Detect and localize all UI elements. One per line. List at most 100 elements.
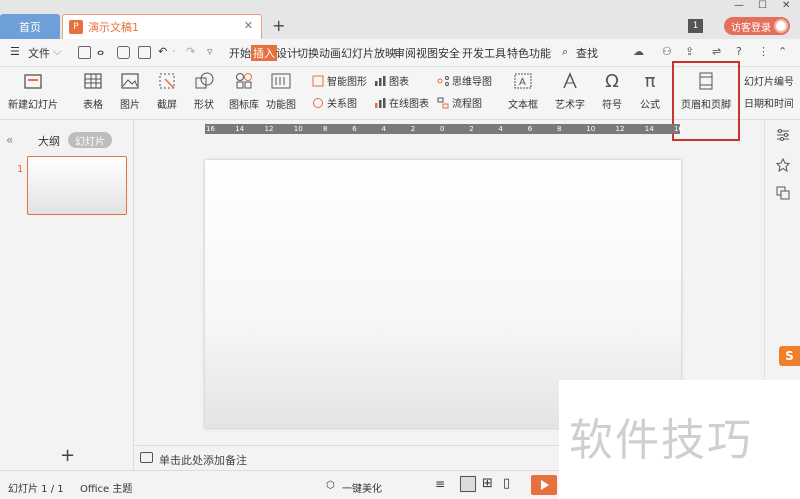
home-tab[interactable]: 首页 [0, 14, 60, 39]
search-label[interactable]: 查找 [576, 45, 598, 61]
chart-label: 图表 [389, 77, 409, 88]
chevron-down-icon[interactable]: ⌵ [53, 45, 61, 59]
help-icon[interactable]: ? [736, 45, 742, 58]
textbox-button[interactable]: A 文本框 [508, 70, 538, 111]
symbol-button[interactable]: Ω 符号 [601, 70, 623, 112]
new-slide-icon [22, 70, 44, 92]
undo-icon[interactable]: ↶ [158, 45, 167, 58]
flowchart-label: 流程图 [452, 99, 482, 110]
tab-review[interactable]: 审阅 [394, 45, 416, 61]
icon-library-button[interactable]: 图标库 [229, 70, 259, 111]
reading-view-icon[interactable]: ▯ [503, 476, 510, 491]
slide-thumbnail[interactable] [27, 156, 127, 215]
tab-animation[interactable]: 动画 [319, 45, 341, 61]
redo-icon[interactable]: ↷ [186, 45, 195, 58]
slides-tab[interactable]: 幻灯片 [68, 132, 112, 148]
relation-button[interactable]: 关系图 [312, 95, 357, 110]
settings-sliders-icon[interactable] [776, 128, 790, 142]
play-slideshow-button[interactable] [531, 475, 557, 495]
slide-thumbnail-number: 1 [17, 164, 24, 175]
picture-button[interactable]: 图片 [119, 70, 141, 111]
collaborate-icon[interactable]: ⚇ [662, 45, 672, 58]
format-painter-icon[interactable]: ⴰ [97, 45, 104, 58]
print-preview-icon[interactable] [138, 46, 151, 59]
date-time-button[interactable]: 日期和时间 [741, 95, 793, 110]
watermark-text: 软件技巧 [569, 415, 753, 466]
close-tab-icon[interactable]: ✕ [244, 19, 253, 32]
beautify-button[interactable]: 一键美化 [342, 480, 382, 495]
save-icon[interactable] [78, 46, 91, 59]
slide-number-button[interactable]: 幻灯片编号 [741, 73, 793, 88]
beautify-icon[interactable]: ⬡ [326, 480, 335, 491]
relation-label: 关系图 [327, 99, 357, 110]
table-icon [82, 70, 104, 92]
tab-view[interactable]: 视图 [416, 45, 438, 61]
ruler-tick-label: 4 [381, 125, 386, 133]
new-slide-button[interactable]: 新建幻灯片 [8, 70, 58, 111]
sogou-input-icon[interactable]: S [779, 346, 800, 366]
tab-developer[interactable]: 开发工具 [462, 45, 506, 61]
animation-star-icon[interactable] [776, 158, 790, 172]
hamburger-icon[interactable]: ☰ [10, 45, 20, 58]
tab-slideshow[interactable]: 幻灯片放映 [341, 45, 396, 61]
outline-tab[interactable]: 大纲 [38, 133, 60, 149]
table-label: 表格 [83, 100, 103, 111]
screenshot-button[interactable]: 截屏 [156, 70, 178, 111]
collapse-ribbon-icon[interactable]: ⌃ [778, 45, 787, 58]
ruler-tick-label: 2 [469, 125, 474, 133]
textbox-icon: A [512, 70, 534, 92]
omega-icon: Ω [605, 70, 619, 92]
customize-toolbar-icon[interactable]: ▿ [207, 45, 213, 58]
maximize-icon[interactable]: ☐ [758, 0, 767, 11]
tab-home[interactable]: 开始 [229, 45, 251, 61]
slide-number-label: 幻灯片编号 [744, 77, 793, 88]
chart-button[interactable]: 图表 [374, 73, 409, 88]
guest-login-button[interactable]: 访客登录 [724, 17, 790, 35]
notes-placeholder[interactable]: 单击此处添加备注 [159, 452, 247, 468]
add-slide-button[interactable]: + [60, 445, 75, 466]
share-icon[interactable]: ⇪ [685, 45, 694, 58]
tab-special[interactable]: 特色功能 [507, 45, 551, 61]
document-tab[interactable]: P 演示文稿1 ✕ [62, 14, 262, 39]
notes-icon [140, 452, 153, 463]
minimize-icon[interactable]: — [734, 0, 744, 11]
ruler-tick-label: 10 [293, 125, 303, 133]
screenshot-label: 截屏 [157, 100, 177, 111]
file-menu[interactable]: 文件 [28, 45, 50, 61]
screenshot-icon [156, 70, 178, 92]
relation-icon [313, 97, 323, 108]
table-button[interactable]: 表格 [82, 70, 104, 111]
new-tab-icon[interactable]: + [272, 16, 285, 35]
normal-view-icon[interactable] [460, 476, 476, 492]
shape-button[interactable]: 形状 [193, 70, 215, 111]
online-chart-button[interactable]: 在线图表 [374, 95, 429, 110]
tab-insert[interactable]: 插入 [251, 45, 277, 61]
copy-icon[interactable] [776, 186, 790, 200]
formula-button[interactable]: π 公式 [639, 70, 661, 112]
sync-icon[interactable]: ⇌ [712, 45, 721, 58]
search-icon[interactable]: ⌕ [562, 45, 568, 59]
ruler-tick-label: 14 [644, 125, 654, 133]
ruler-tick-label: 12 [615, 125, 625, 133]
close-window-icon[interactable]: ✕ [782, 0, 790, 11]
notes-toggle-icon[interactable]: ≡ [435, 477, 445, 491]
ruler-tick-label: 8 [323, 125, 328, 133]
tab-transition[interactable]: 切换 [297, 45, 319, 61]
smart-art-button[interactable]: 智能图形 [312, 73, 367, 88]
sorter-view-icon[interactable]: ⊞ [482, 476, 493, 491]
window-count-badge[interactable]: 1 [688, 19, 703, 33]
tab-design[interactable]: 设计 [276, 45, 298, 61]
smart-art-label: 智能图形 [327, 77, 367, 88]
cloud-icon[interactable]: ☁ [633, 45, 644, 58]
undo-dropdown-icon[interactable]: · [172, 45, 176, 58]
flowchart-button[interactable]: 流程图 [437, 95, 482, 110]
tab-security[interactable]: 安全 [438, 45, 460, 61]
print-icon[interactable] [117, 46, 130, 59]
art-text-button[interactable]: 艺术字 [555, 70, 585, 111]
more-icon[interactable]: ⋮ [758, 45, 769, 58]
function-chart-button[interactable]: 功能图 [266, 70, 296, 111]
shape-label: 形状 [194, 100, 214, 111]
collapse-panel-icon[interactable]: « [6, 133, 13, 147]
mind-map-button[interactable]: 思维导图 [437, 73, 492, 88]
theme-name[interactable]: Office 主题 [80, 480, 132, 495]
